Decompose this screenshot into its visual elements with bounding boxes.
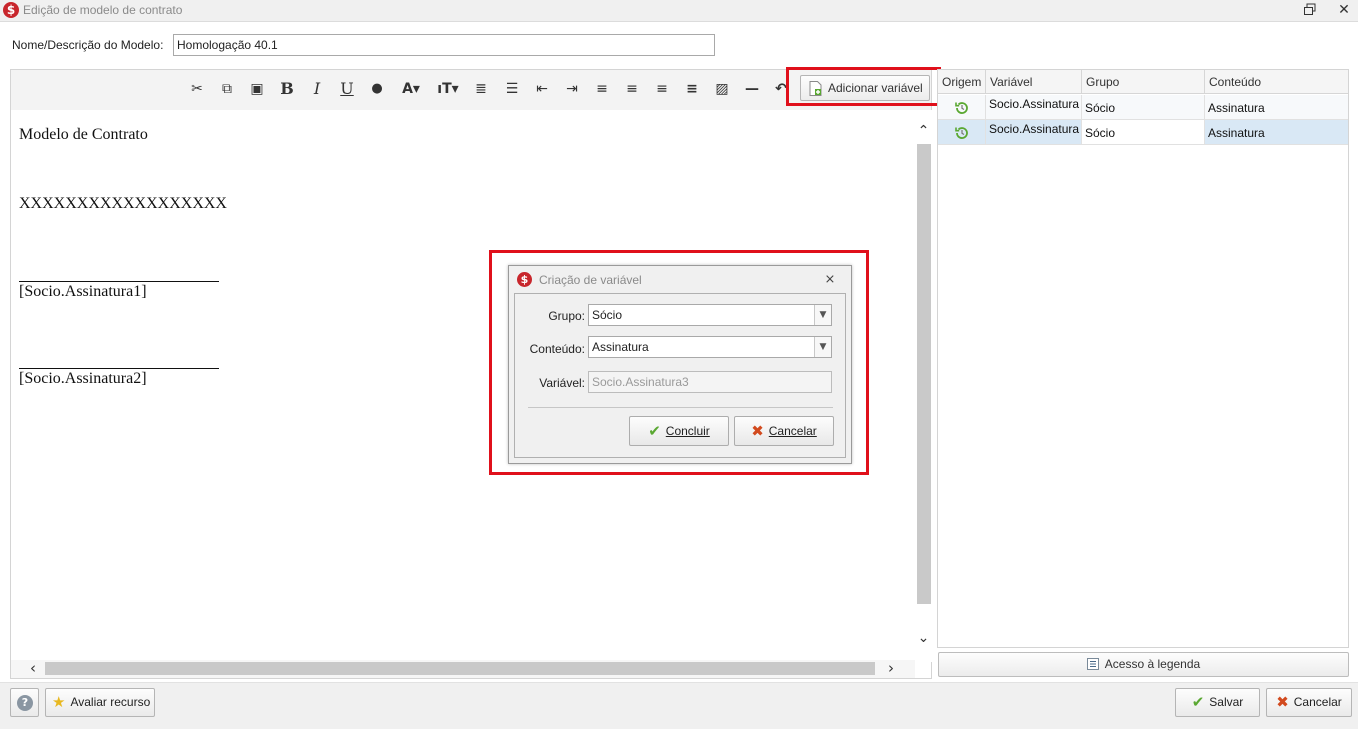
rate-feature-label: Avaliar recurso: [70, 695, 151, 709]
underline-icon[interactable]: U: [336, 78, 358, 100]
dialog-close-icon[interactable]: ⨯: [822, 272, 838, 288]
variable-label: Variável:: [539, 376, 585, 390]
check-icon: ✔: [1191, 693, 1205, 711]
cancel-x-icon: ✖: [1276, 693, 1289, 711]
legend-access-label: Acesso à legenda: [1104, 657, 1201, 671]
variables-table-header: Origem Variável Grupo Conteúdo: [938, 70, 1348, 94]
help-icon: ?: [17, 695, 33, 711]
scroll-down-icon[interactable]: ⌄: [915, 628, 932, 648]
document-placeholder-text: XXXXXXXXXXXXXXXXXX: [19, 195, 227, 212]
font-color-icon[interactable]: A▾: [396, 78, 426, 100]
signature-2-text: [Socio.Assinatura2]: [19, 370, 147, 387]
justify-icon[interactable]: ≡: [681, 78, 703, 100]
add-variable-highlight: [786, 67, 941, 106]
document-title-text: Modelo de Contrato: [19, 126, 148, 143]
horizontal-scroll-thumb[interactable]: [45, 662, 875, 675]
variables-table: Origem Variável Grupo Conteúdo Socio.Ass…: [937, 69, 1349, 648]
column-header-origin[interactable]: Origem: [938, 70, 986, 94]
table-row[interactable]: Socio.Assinatura Sócio Assinatura: [938, 120, 1348, 145]
app-logo-icon: $: [3, 2, 19, 18]
content-label: Conteúdo:: [529, 342, 585, 356]
variable-name-field: [588, 371, 832, 393]
document-horizontal-scrollbar[interactable]: ‹ ›: [11, 659, 915, 678]
horizontal-rule-icon[interactable]: —: [741, 78, 763, 100]
column-header-content[interactable]: Conteúdo: [1205, 70, 1348, 94]
confirm-button[interactable]: ✔ Concluir: [629, 416, 729, 446]
variable-cell: Socio.Assinatura: [986, 120, 1082, 145]
scroll-right-icon[interactable]: ›: [881, 659, 901, 677]
history-icon: [955, 127, 968, 139]
create-variable-dialog: $ Criação de variável ⨯ Grupo: Sócio ▼ C…: [508, 265, 852, 464]
group-cell[interactable]: Sócio: [1082, 120, 1205, 145]
bullet-list-icon[interactable]: ☰: [501, 78, 523, 100]
dialog-cancel-button[interactable]: ✖ Cancelar: [734, 416, 834, 446]
group-cell: Sócio: [1082, 95, 1205, 120]
signature-1-text: [Socio.Assinatura1]: [19, 283, 147, 300]
confirm-label: Concluir: [665, 424, 710, 438]
copy-icon[interactable]: ⧉: [216, 78, 238, 100]
signature-line-1: [19, 281, 219, 282]
star-icon: ★: [52, 693, 66, 711]
content-cell: Assinatura: [1205, 95, 1348, 120]
ordered-list-icon[interactable]: ≣: [470, 78, 492, 100]
scissors-icon[interactable]: ✂: [186, 78, 208, 100]
image-icon[interactable]: ▨: [711, 78, 733, 100]
app-logo-icon: $: [517, 272, 532, 287]
model-name-label: Nome/Descrição do Modelo:: [12, 38, 164, 52]
restore-window-icon[interactable]: [1303, 3, 1317, 17]
indent-icon[interactable]: ⇥: [561, 78, 583, 100]
legend-list-icon: [1086, 658, 1099, 670]
history-icon: [955, 102, 968, 114]
dialog-separator: [528, 407, 833, 408]
dialog-cancel-label: Cancelar: [768, 424, 817, 438]
scroll-left-icon[interactable]: ‹: [23, 659, 43, 677]
close-window-icon[interactable]: ✕: [1336, 2, 1352, 18]
document-vertical-scrollbar[interactable]: ⌃ ⌄: [915, 110, 932, 662]
dialog-titlebar: $ Criação de variável ⨯: [509, 266, 851, 292]
variable-cell: Socio.Assinatura: [986, 95, 1082, 120]
chevron-down-icon[interactable]: ▼: [814, 305, 831, 325]
align-center-icon[interactable]: ≡: [621, 78, 643, 100]
italic-icon[interactable]: I: [306, 78, 328, 100]
bold-icon[interactable]: B: [276, 78, 298, 100]
align-left-icon[interactable]: ≡: [591, 78, 613, 100]
color-drop-icon[interactable]: ●: [366, 78, 388, 100]
group-select[interactable]: Sócio ▼: [588, 304, 832, 326]
signature-line-2: [19, 368, 219, 369]
legend-access-button[interactable]: Acesso à legenda: [938, 652, 1349, 677]
model-name-input[interactable]: [173, 34, 715, 56]
origin-cell: [938, 120, 986, 145]
column-header-group[interactable]: Grupo: [1082, 70, 1205, 94]
scroll-up-icon[interactable]: ⌃: [915, 121, 932, 141]
vertical-scroll-thumb[interactable]: [917, 144, 931, 604]
window-titlebar: $ Edição de modelo de contrato ✕: [0, 0, 1358, 22]
window-title: Edição de modelo de contrato: [23, 3, 183, 17]
cancel-button[interactable]: ✖ Cancelar: [1266, 688, 1352, 717]
bottom-action-bar: [0, 682, 1358, 729]
rate-feature-button[interactable]: ★ Avaliar recurso: [45, 688, 155, 717]
content-select-value: Assinatura: [592, 340, 649, 354]
cancel-x-icon: ✖: [751, 422, 764, 440]
save-button[interactable]: ✔ Salvar: [1175, 688, 1260, 717]
outdent-icon[interactable]: ⇤: [531, 78, 553, 100]
content-cell: Assinatura: [1205, 120, 1348, 145]
save-label: Salvar: [1209, 695, 1244, 709]
dialog-form-panel: Grupo: Sócio ▼ Conteúdo: Assinatura ▼ Va…: [514, 293, 846, 458]
paste-icon[interactable]: ▣: [246, 78, 268, 100]
group-select-value: Sócio: [592, 308, 623, 322]
check-icon: ✔: [648, 422, 661, 440]
font-size-icon[interactable]: ıT▾: [432, 78, 464, 100]
table-row[interactable]: Socio.Assinatura Sócio Assinatura: [938, 95, 1348, 120]
chevron-down-icon[interactable]: ▼: [814, 337, 831, 357]
origin-cell: [938, 95, 986, 120]
cancel-label: Cancelar: [1293, 695, 1342, 709]
dialog-title: Criação de variável: [539, 273, 642, 287]
align-right-icon[interactable]: ≡: [651, 78, 673, 100]
content-select[interactable]: Assinatura ▼: [588, 336, 832, 358]
help-button[interactable]: ?: [10, 688, 39, 717]
group-label: Grupo:: [548, 309, 585, 323]
column-header-variable[interactable]: Variável: [986, 70, 1082, 94]
